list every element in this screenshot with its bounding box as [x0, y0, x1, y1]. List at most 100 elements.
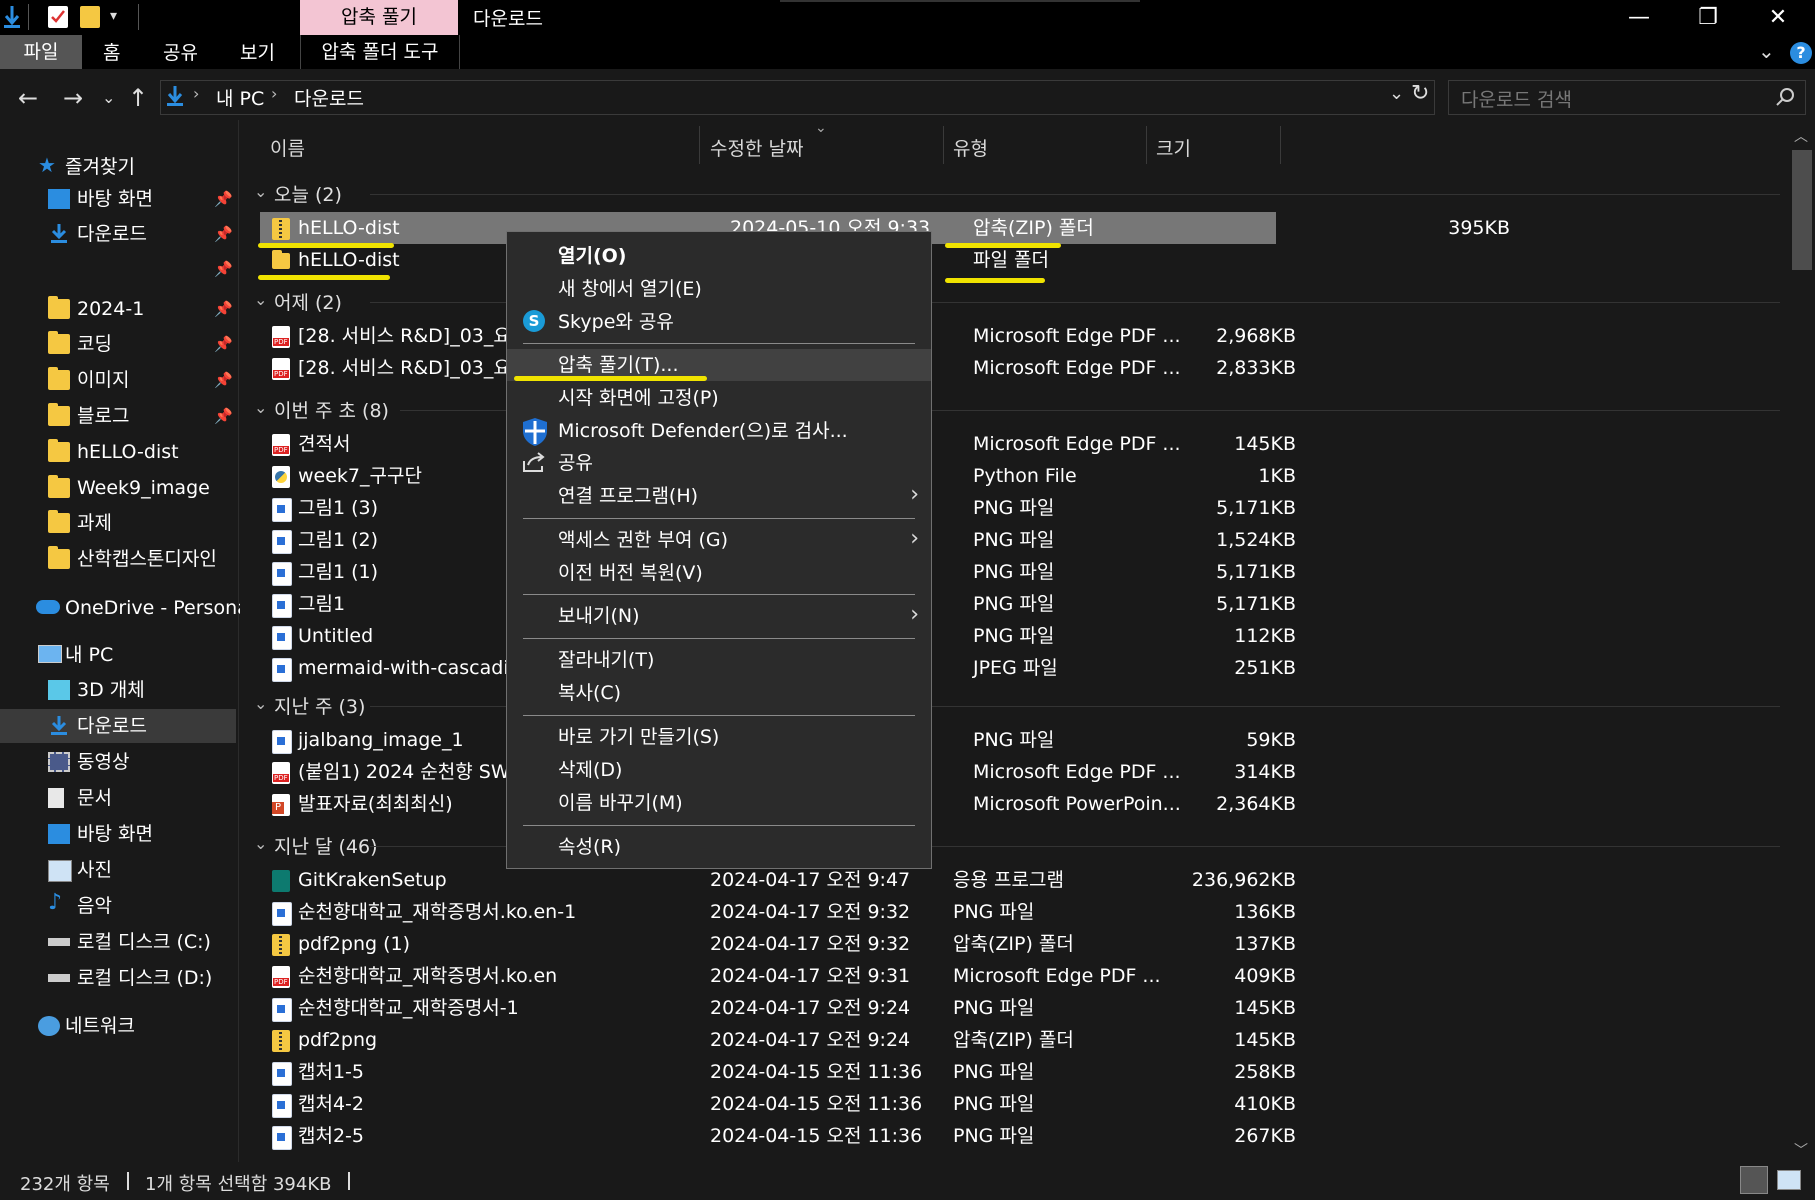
menu-item-defender-scan[interactable]: Microsoft Defender(으)로 검사... [507, 415, 931, 447]
recent-locations-chevron-icon[interactable]: ⌄ [102, 84, 115, 112]
tab-share[interactable]: 공유 [163, 38, 198, 68]
details-view-icon[interactable] [1740, 1166, 1768, 1194]
menu-item-properties[interactable]: 속성(R) [507, 831, 931, 863]
sidebar-item-downloads[interactable]: 다운로드 📌 [0, 217, 236, 251]
sidebar-item-documents[interactable]: 문서 [0, 781, 236, 815]
group-header-last-month[interactable]: ⌄ 지난 달 (46) [240, 830, 1780, 862]
table-row[interactable]: 캡처2-5 2024-04-15 오전 11:36 PNG 파일 267KB [260, 1120, 1510, 1152]
sidebar-item-week9-image[interactable]: Week9_image [0, 471, 236, 505]
scroll-down-icon[interactable]: ﹀ [1794, 1140, 1808, 1160]
menu-item-give-access[interactable]: 액세스 권한 부여 (G) › [507, 524, 931, 556]
close-button[interactable]: ✕ [1758, 4, 1798, 32]
table-row[interactable]: 순천향대학교_재학증명서-1 2024-04-17 오전 9:24 PNG 파일… [260, 992, 1510, 1024]
address-dropdown-icon[interactable]: ⌄ [1389, 83, 1404, 104]
tab-file[interactable]: 파일 [0, 35, 82, 69]
breadcrumb-downloads[interactable]: 다운로드 [294, 84, 364, 111]
new-folder-icon[interactable] [80, 6, 100, 28]
sidebar-item-assignments[interactable]: 과제 [0, 506, 236, 540]
sidebar-item-this-pc[interactable]: 내 PC [0, 638, 236, 672]
search-icon[interactable] [1775, 87, 1795, 112]
sidebar-item-drive-d[interactable]: 로컬 디스크 (D:) [0, 961, 236, 995]
collapse-chevron-icon[interactable]: ⌄ [254, 834, 267, 853]
menu-item-send-to[interactable]: 보내기(N) › [507, 600, 931, 632]
menu-item-copy[interactable]: 복사(C) [507, 677, 931, 709]
sidebar-item-videos[interactable]: 동영상 [0, 745, 236, 779]
collapse-chevron-icon[interactable]: ⌄ [254, 694, 267, 713]
sidebar-item-pc-desktop[interactable]: 바탕 화면 [0, 817, 236, 851]
breadcrumb-separator-icon[interactable]: › [193, 84, 199, 103]
tab-home[interactable]: 홈 [103, 38, 120, 68]
collapse-chevron-icon[interactable]: ⌄ [254, 182, 267, 201]
sidebar-item-music[interactable]: ♪ 음악 [0, 889, 236, 923]
up-arrow-icon[interactable]: ↑ [128, 84, 148, 112]
group-header-last-week[interactable]: ⌄ 지난 주 (3) [240, 690, 1780, 722]
table-row[interactable]: 순천향대학교_재학증명서.ko.en 2024-04-17 오전 9:31 Mi… [260, 960, 1510, 992]
minimize-button[interactable]: — [1619, 4, 1659, 32]
back-arrow-icon[interactable]: ← [18, 84, 38, 112]
help-icon[interactable]: ? [1790, 42, 1812, 64]
menu-item-pin-start[interactable]: 시작 화면에 고정(P) [507, 382, 931, 414]
sidebar-item-blank[interactable]: 📌 [0, 252, 236, 286]
table-row[interactable]: pdf2png (1) 2024-04-17 오전 9:32 압축(ZIP) 폴… [260, 928, 1510, 960]
restore-button[interactable]: ❐ [1688, 4, 1728, 32]
column-separator[interactable] [1146, 126, 1147, 164]
column-header-name[interactable]: 이름 [270, 134, 305, 161]
column-header-date[interactable]: 수정한 날짜 [710, 134, 803, 161]
scrollbar-thumb[interactable] [1792, 150, 1812, 270]
sidebar-item-capstone[interactable]: 산학캡스톤디자인 [0, 542, 236, 576]
menu-item-open-new-window[interactable]: 새 창에서 열기(E) [507, 273, 931, 305]
collapse-chevron-icon[interactable]: ⌄ [254, 290, 267, 309]
menu-item-cut[interactable]: 잘라내기(T) [507, 644, 931, 676]
column-separator[interactable] [699, 126, 700, 164]
tab-compressed-folder-tools[interactable]: 압축 폴더 도구 [300, 35, 460, 69]
collapse-chevron-icon[interactable]: ⌄ [254, 398, 267, 417]
group-header-yesterday[interactable]: ⌄ 어제 (2) [240, 286, 1780, 318]
breadcrumb-this-pc[interactable]: 내 PC [216, 84, 264, 111]
menu-item-skype-share[interactable]: S Skype와 공유 [507, 306, 931, 338]
menu-item-restore-previous[interactable]: 이전 버전 복원(V) [507, 557, 931, 589]
table-row[interactable]: 순천향대학교_재학증명서.ko.en-1 2024-04-17 오전 9:32 … [260, 896, 1510, 928]
scroll-up-icon[interactable]: ︿ [1794, 126, 1808, 146]
breadcrumb-separator-icon[interactable]: › [271, 84, 277, 103]
menu-item-delete[interactable]: 삭제(D) [507, 754, 931, 786]
group-header-this-week[interactable]: ⌄ 이번 주 초 (8) [240, 394, 1780, 426]
sidebar-item-coding[interactable]: 코딩 📌 [0, 327, 236, 361]
large-icons-view-icon[interactable] [1777, 1170, 1801, 1190]
ribbon-expand-icon[interactable]: ⌄ [1758, 39, 1775, 63]
column-header-type[interactable]: 유형 [953, 134, 988, 161]
sidebar-item-pc-downloads[interactable]: 다운로드 [0, 709, 236, 743]
sidebar-item-drive-c[interactable]: 로컬 디스크 (C:) [0, 925, 236, 959]
sidebar-item-hello-dist[interactable]: hELLO-dist [0, 435, 236, 469]
sidebar-item-network[interactable]: 네트워크 [0, 1009, 236, 1043]
menu-item-rename[interactable]: 이름 바꾸기(M) [507, 787, 931, 819]
sidebar-item-images[interactable]: 이미지 📌 [0, 363, 236, 397]
tab-view[interactable]: 보기 [240, 38, 275, 68]
menu-item-open[interactable]: 열기(O) [507, 240, 931, 272]
sidebar-item-3d-objects[interactable]: 3D 개체 [0, 673, 236, 707]
column-separator[interactable] [1280, 126, 1281, 164]
column-separator[interactable] [943, 126, 944, 164]
menu-item-create-shortcut[interactable]: 바로 가기 만들기(S) [507, 721, 931, 753]
column-header-size[interactable]: 크기 [1156, 134, 1191, 161]
sidebar-item-2024-1[interactable]: 2024-1 📌 [0, 292, 236, 326]
menu-item-open-with[interactable]: 연결 프로그램(H) › [507, 480, 931, 512]
properties-check-icon[interactable] [48, 6, 68, 28]
file-date: 2024-04-15 오전 11:36 [710, 1061, 923, 1083]
download-arrow-icon[interactable] [4, 6, 20, 28]
sidebar-item-pictures[interactable]: 사진 [0, 853, 236, 887]
sidebar-item-onedrive[interactable]: OneDrive - Personal [0, 591, 254, 625]
search-box[interactable]: 다운로드 검색 [1448, 80, 1806, 115]
quick-access[interactable]: ★ 즐겨찾기 [0, 150, 236, 184]
refresh-icon[interactable]: ↻ [1411, 81, 1429, 106]
customize-qat-icon[interactable]: ▾ [110, 8, 117, 24]
sidebar-item-desktop[interactable]: 바탕 화면 📌 [0, 182, 236, 216]
table-row[interactable]: 캡처4-2 2024-04-15 오전 11:36 PNG 파일 410KB [260, 1088, 1510, 1120]
address-bar[interactable]: › 내 PC › 다운로드 ⌄ ↻ [160, 80, 1435, 115]
table-row[interactable]: pdf2png 2024-04-17 오전 9:24 압축(ZIP) 폴더 14… [260, 1024, 1510, 1056]
group-header-today[interactable]: ⌄ 오늘 (2) [240, 178, 1780, 210]
vertical-scrollbar[interactable]: ︿ ﹀ [1788, 120, 1815, 1162]
forward-arrow-icon[interactable]: → [63, 84, 83, 112]
menu-item-share[interactable]: 공유 [507, 447, 931, 479]
sidebar-item-blog[interactable]: 블로그 📌 [0, 399, 236, 433]
table-row[interactable]: 캡처1-5 2024-04-15 오전 11:36 PNG 파일 258KB [260, 1056, 1510, 1088]
